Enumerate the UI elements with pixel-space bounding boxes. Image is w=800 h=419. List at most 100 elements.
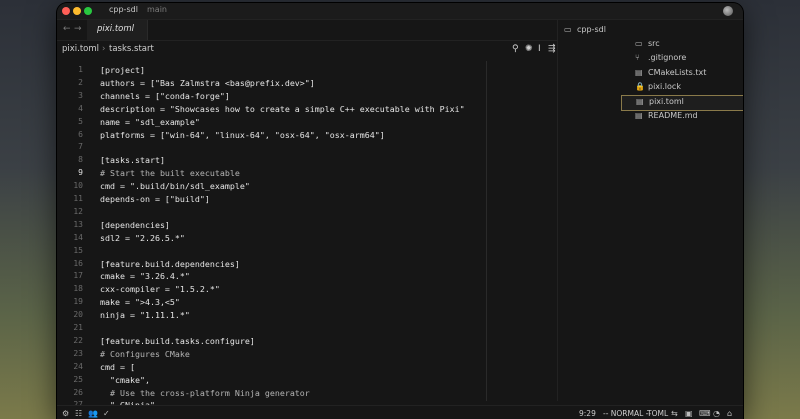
lock-icon: 🔒 xyxy=(635,81,645,91)
file-icon: ▤ xyxy=(635,110,643,120)
assistant-icon[interactable]: ◔ xyxy=(713,409,720,418)
close-window-button[interactable] xyxy=(62,7,70,15)
tree-item-readme[interactable]: ▤ README.md xyxy=(634,110,743,124)
text-cursor-icon[interactable]: I xyxy=(538,44,541,54)
code-text: # Configures CMake xyxy=(100,348,190,359)
tools-icon[interactable]: ✺ xyxy=(525,44,533,54)
tree-item-src[interactable]: ▭ src xyxy=(634,38,743,52)
code-line[interactable]: 26 # Use the cross-platform Ninja genera… xyxy=(57,388,557,401)
code-text: description = "Showcases how to create a… xyxy=(100,103,465,114)
code-line[interactable]: 15 xyxy=(57,246,557,259)
branch-name[interactable]: main xyxy=(147,5,167,14)
tree-item-label: README.md xyxy=(648,110,698,120)
breadcrumb-section[interactable]: tasks.start xyxy=(109,44,154,54)
code-line[interactable]: 4 description = "Showcases how to create … xyxy=(57,104,557,117)
editor-window: cpp-sdl main ← → pixi.toml pixi.toml › t… xyxy=(57,3,743,419)
breadcrumb: pixi.toml › tasks.start ⚲ ✺ I ⇶ xyxy=(57,41,557,59)
tree-root-label: cpp-sdl xyxy=(577,25,606,34)
breadcrumb-file[interactable]: pixi.toml xyxy=(62,44,99,54)
tree-item-pixi-lock[interactable]: 🔒 pixi.lock xyxy=(634,81,743,95)
search-icon[interactable]: ⚲ xyxy=(512,44,519,54)
code-line[interactable]: 23 # Configures CMake xyxy=(57,349,557,362)
code-editor[interactable]: 1 [project] 2 authors = ["Bas Zalmstra <bas… xyxy=(57,59,557,410)
folder-icon: ▭ xyxy=(635,39,643,48)
line-number: 3 xyxy=(78,90,83,100)
code-line[interactable]: 19 make = ">4.3,<5" xyxy=(57,297,557,310)
code-line[interactable]: 9 # Start the built executable xyxy=(57,168,557,181)
project-title[interactable]: cpp-sdl xyxy=(109,5,138,14)
code-line[interactable]: 16 [feature.build.dependencies] xyxy=(57,259,557,272)
line-number: 12 xyxy=(73,206,83,216)
code-line[interactable]: 17 cmake = "3.26.4.*" xyxy=(57,271,557,284)
check-icon[interactable]: ✓ xyxy=(103,409,110,418)
outline-icon[interactable]: ☷ xyxy=(75,409,82,418)
code-text: name = "sdl_example" xyxy=(100,116,200,127)
forward-arrow-icon[interactable]: → xyxy=(74,24,82,34)
maximize-window-button[interactable] xyxy=(84,7,92,15)
code-line[interactable]: 21 xyxy=(57,323,557,336)
code-line[interactable]: 13 [dependencies] xyxy=(57,220,557,233)
code-line[interactable]: 5 name = "sdl_example" xyxy=(57,117,557,130)
back-arrow-icon[interactable]: ← xyxy=(63,24,71,34)
tree-item-label: CMakeLists.txt xyxy=(648,67,707,77)
keyboard-icon[interactable]: ⌨ xyxy=(699,409,711,418)
code-line[interactable]: 2 authors = ["Bas Zalmstra <bas@prefix.de… xyxy=(57,78,557,91)
code-line[interactable]: 22 [feature.build.tasks.configure] xyxy=(57,336,557,349)
code-line[interactable]: 3 channels = ["conda-forge"] xyxy=(57,91,557,104)
avatar[interactable] xyxy=(723,6,733,16)
code-line[interactable]: 8 [tasks.start] xyxy=(57,155,557,168)
code-text: cmake = "3.26.4.*" xyxy=(100,271,190,282)
code-line[interactable]: 24 cmd = [ xyxy=(57,362,557,375)
code-line[interactable]: 12 xyxy=(57,207,557,220)
line-number: 5 xyxy=(78,116,83,126)
code-text: [project] xyxy=(100,65,145,75)
line-number: 1 xyxy=(78,65,83,74)
code-line[interactable]: 10 cmd = ".build/bin/sdl_example" xyxy=(57,181,557,194)
code-line[interactable]: 14 sdl2 = "2.26.5.*" xyxy=(57,233,557,246)
code-text: authors = ["Bas Zalmstra <bas@prefix.dev… xyxy=(100,77,315,88)
tree-item-label: .gitignore xyxy=(648,53,687,63)
code-text: sdl2 = "2.26.5.*" xyxy=(100,232,185,243)
tree-item-cmakelists[interactable]: ▤ CMakeLists.txt xyxy=(634,67,743,81)
code-line[interactable]: 7 xyxy=(57,142,557,155)
diff-icon[interactable]: ⇆ xyxy=(671,409,678,418)
terminal-icon[interactable]: ▣ xyxy=(685,409,693,418)
file-icon: ▤ xyxy=(636,97,644,107)
language-selector[interactable]: TOML xyxy=(647,409,668,418)
settings-icon[interactable]: ⚙ xyxy=(62,409,69,418)
tree-item-label: pixi.toml xyxy=(649,97,684,107)
sliders-icon[interactable]: ⇶ xyxy=(548,44,556,54)
tree-item-label: src xyxy=(648,39,660,48)
code-line[interactable]: 6 platforms = ["win-64", "linux-64", "osx… xyxy=(57,130,557,143)
code-line[interactable]: 1 [project] xyxy=(57,65,557,78)
line-number: 26 xyxy=(73,387,83,397)
line-number: 2 xyxy=(78,77,83,87)
collaborators-icon[interactable]: 👥 xyxy=(88,409,98,418)
tab-bar: ← → pixi.toml xyxy=(57,20,557,41)
minimize-window-button[interactable] xyxy=(73,7,81,15)
git-icon: ⑂ xyxy=(635,53,640,63)
code-line[interactable]: 25 "cmake", xyxy=(57,375,557,388)
line-number: 18 xyxy=(73,284,83,294)
cursor-position[interactable]: 9:29 xyxy=(579,409,596,418)
tree-root-cpp-sdl[interactable]: ▭ cpp-sdl xyxy=(564,24,743,38)
line-number: 20 xyxy=(73,310,83,320)
status-bar: ⚙ ☷ 👥 ✓ 9:29 -- NORMAL -- TOML ⇆ ▣ ⌨ ◔ ⌂ xyxy=(57,405,743,419)
code-line[interactable]: 11 depends-on = ["build"] xyxy=(57,194,557,207)
folder-icon: ▭ xyxy=(564,25,572,34)
line-number: 8 xyxy=(78,155,83,165)
tab-pixi-toml[interactable]: pixi.toml xyxy=(87,20,148,40)
code-text: ninja = "1.11.1.*" xyxy=(100,310,190,321)
title-bar: cpp-sdl main xyxy=(57,3,743,20)
line-number: 19 xyxy=(73,297,83,307)
code-line[interactable]: 18 cxx-compiler = "1.5.2.*" xyxy=(57,284,557,297)
code-text: [tasks.start] xyxy=(100,155,165,166)
code-text: channels = ["conda-forge"] xyxy=(100,90,230,101)
code-text: platforms = ["win-64", "linux-64", "osx-… xyxy=(100,129,385,140)
tree-item-gitignore[interactable]: ⑂ .gitignore xyxy=(634,52,743,66)
home-icon[interactable]: ⌂ xyxy=(727,409,732,418)
line-number: 21 xyxy=(73,323,83,332)
code-text: [dependencies] xyxy=(100,219,170,230)
code-line[interactable]: 20 ninja = "1.11.1.*" xyxy=(57,310,557,323)
code-text: depends-on = ["build"] xyxy=(100,194,210,204)
